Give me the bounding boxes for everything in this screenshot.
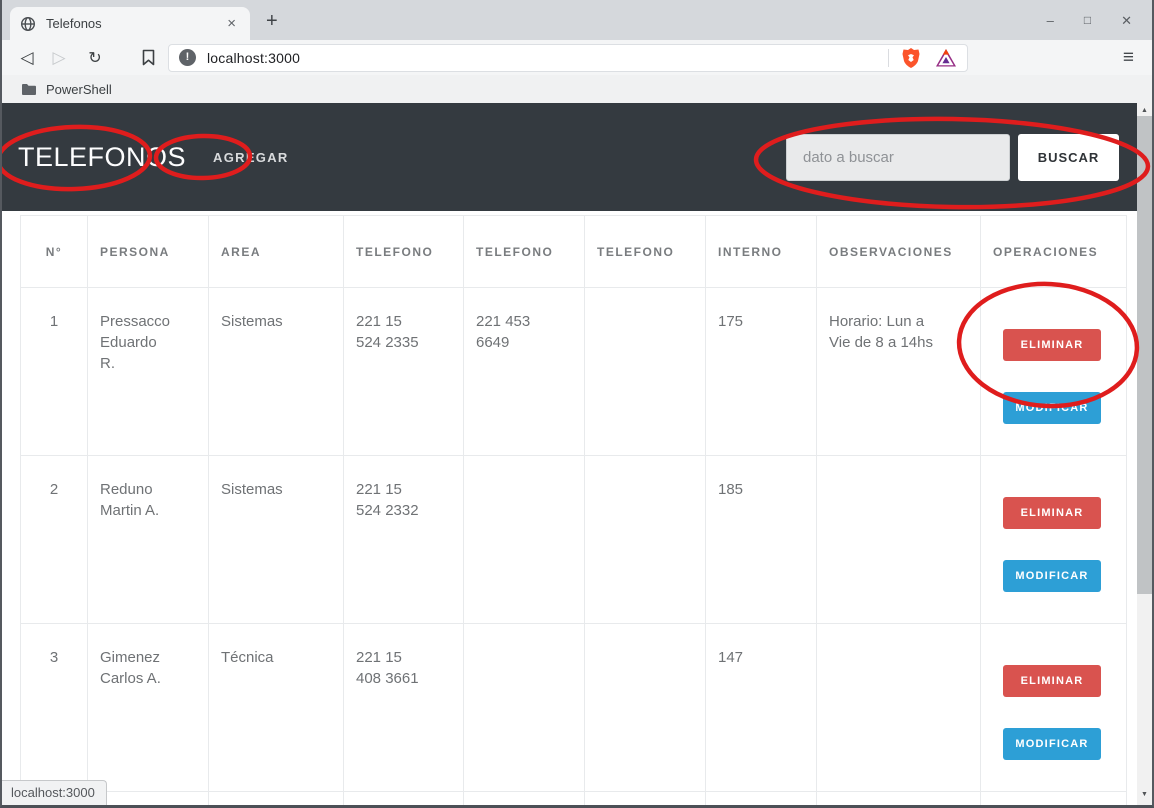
reload-icon[interactable]: ↻ — [84, 48, 106, 68]
bookmark-item-powershell[interactable]: PowerShell — [46, 82, 112, 97]
cell-persona: Reduno Martin A. — [88, 456, 209, 624]
tab-close-icon[interactable]: × — [223, 15, 240, 32]
cell-observaciones — [817, 624, 981, 792]
col-header-telefono1: TELEFONO — [344, 216, 464, 288]
page-scrollbar[interactable]: ▲ ▼ — [1137, 103, 1152, 805]
table-row: 1 Pressacco Eduardo R. Sistemas 221 15 5… — [21, 288, 1127, 456]
cell-observaciones — [817, 456, 981, 624]
table-row: 4 Rustan Raul Tecnica 221 15 524 2334 23… — [21, 792, 1127, 806]
cell-telefono1: 221 15 524 2334 — [344, 792, 464, 806]
cell-observaciones: Horario: Lun a Vie de 8 a 14hs — [817, 288, 981, 456]
folder-icon — [21, 83, 37, 96]
cell-interno: 175 — [706, 288, 817, 456]
cell-telefono1: 221 15 524 2332 — [344, 456, 464, 624]
phones-table: N° PERSONA AREA TELEFONO TELEFONO TELEFO… — [20, 215, 1127, 805]
close-window-icon[interactable]: ✕ — [1121, 14, 1132, 27]
bookmarks-bar: PowerShell — [2, 75, 1152, 103]
tab-strip: Telefonos × + – □ ✕ — [2, 0, 1152, 40]
cell-area: Tecnica — [209, 792, 344, 806]
table-row: 3 Gimenez Carlos A. Técnica 221 15 408 3… — [21, 624, 1127, 792]
eliminar-button[interactable]: ELIMINAR — [1003, 497, 1101, 529]
cell-telefono2: 221 453 6649 — [464, 288, 585, 456]
cell-area: Sistemas — [209, 456, 344, 624]
cell-telefono2 — [464, 456, 585, 624]
cell-operaciones: ELIMINAR MODIFICAR — [981, 792, 1127, 806]
col-header-telefono2: TELEFONO — [464, 216, 585, 288]
globe-favicon-icon — [20, 16, 36, 32]
bookmark-icon[interactable] — [142, 49, 155, 66]
forward-icon: ▷ — [48, 48, 70, 68]
cell-n: 2 — [21, 456, 88, 624]
app-navbar: TELEFONOS AGREGAR BUSCAR — [2, 103, 1137, 211]
cell-area: Sistemas — [209, 288, 344, 456]
cell-operaciones: ELIMINAR MODIFICAR — [981, 624, 1127, 792]
search-button[interactable]: BUSCAR — [1018, 134, 1119, 181]
page-content: TELEFONOS AGREGAR BUSCAR N° PERSONA AREA… — [2, 103, 1152, 805]
cell-operaciones: ELIMINAR MODIFICAR — [981, 456, 1127, 624]
modificar-button[interactable]: MODIFICAR — [1003, 392, 1101, 424]
new-tab-icon[interactable]: + — [266, 10, 278, 33]
tab-title: Telefonos — [46, 16, 223, 31]
col-header-telefono3: TELEFONO — [585, 216, 706, 288]
modificar-button[interactable]: MODIFICAR — [1003, 560, 1101, 592]
address-bar[interactable]: ! localhost:3000 — [168, 44, 968, 72]
cell-telefono1: 221 15 408 3661 — [344, 624, 464, 792]
cell-interno: 236 — [706, 792, 817, 806]
window-controls: – □ ✕ — [1047, 14, 1152, 27]
bat-rewards-icon[interactable] — [935, 48, 957, 68]
scroll-down-icon[interactable]: ▼ — [1137, 788, 1152, 802]
browser-tab[interactable]: Telefonos × — [10, 7, 250, 40]
cell-operaciones: ELIMINAR MODIFICAR — [981, 288, 1127, 456]
browser-toolbar: ◁ ▷ ↻ ! localhost:3000 ≡ — [2, 40, 1152, 75]
browser-window: Telefonos × + – □ ✕ ◁ ▷ ↻ ! localhost:30… — [0, 0, 1154, 808]
status-bar: localhost:3000 — [2, 780, 107, 805]
table-row: 2 Reduno Martin A. Sistemas 221 15 524 2… — [21, 456, 1127, 624]
cell-telefono3 — [585, 288, 706, 456]
col-header-area: AREA — [209, 216, 344, 288]
cell-observaciones — [817, 792, 981, 806]
table-header-row: N° PERSONA AREA TELEFONO TELEFONO TELEFO… — [21, 216, 1127, 288]
cell-interno: 147 — [706, 624, 817, 792]
back-icon[interactable]: ◁ — [16, 48, 38, 68]
menu-icon[interactable]: ≡ — [1123, 47, 1138, 69]
col-header-operaciones: OPERACIONES — [981, 216, 1127, 288]
cell-telefono2 — [464, 624, 585, 792]
col-header-observaciones: OBSERVACIONES — [817, 216, 981, 288]
cell-n: 3 — [21, 624, 88, 792]
col-header-persona: PERSONA — [88, 216, 209, 288]
col-header-interno: INTERNO — [706, 216, 817, 288]
cell-n: 1 — [21, 288, 88, 456]
cell-telefono3 — [585, 624, 706, 792]
cell-area: Técnica — [209, 624, 344, 792]
nav-link-agregar[interactable]: AGREGAR — [213, 150, 289, 165]
maximize-icon[interactable]: □ — [1084, 14, 1091, 27]
col-header-n: N° — [21, 216, 88, 288]
brave-shield-icon[interactable] — [901, 47, 921, 69]
url-text[interactable]: localhost:3000 — [207, 50, 300, 66]
search-input[interactable] — [786, 134, 1010, 181]
cell-telefono3 — [585, 456, 706, 624]
eliminar-button[interactable]: ELIMINAR — [1003, 329, 1101, 361]
cell-telefono1: 221 15 524 2335 — [344, 288, 464, 456]
site-info-icon[interactable]: ! — [179, 49, 196, 66]
cell-interno: 185 — [706, 456, 817, 624]
brand-title[interactable]: TELEFONOS — [18, 142, 186, 173]
minimize-icon[interactable]: – — [1047, 14, 1054, 27]
cell-persona: Gimenez Carlos A. — [88, 624, 209, 792]
eliminar-button[interactable]: ELIMINAR — [1003, 665, 1101, 697]
cell-telefono3 — [585, 792, 706, 806]
scrollbar-thumb[interactable] — [1137, 116, 1152, 594]
modificar-button[interactable]: MODIFICAR — [1003, 728, 1101, 760]
addressbar-divider — [888, 49, 889, 67]
cell-persona: Pressacco Eduardo R. — [88, 288, 209, 456]
cell-telefono2 — [464, 792, 585, 806]
